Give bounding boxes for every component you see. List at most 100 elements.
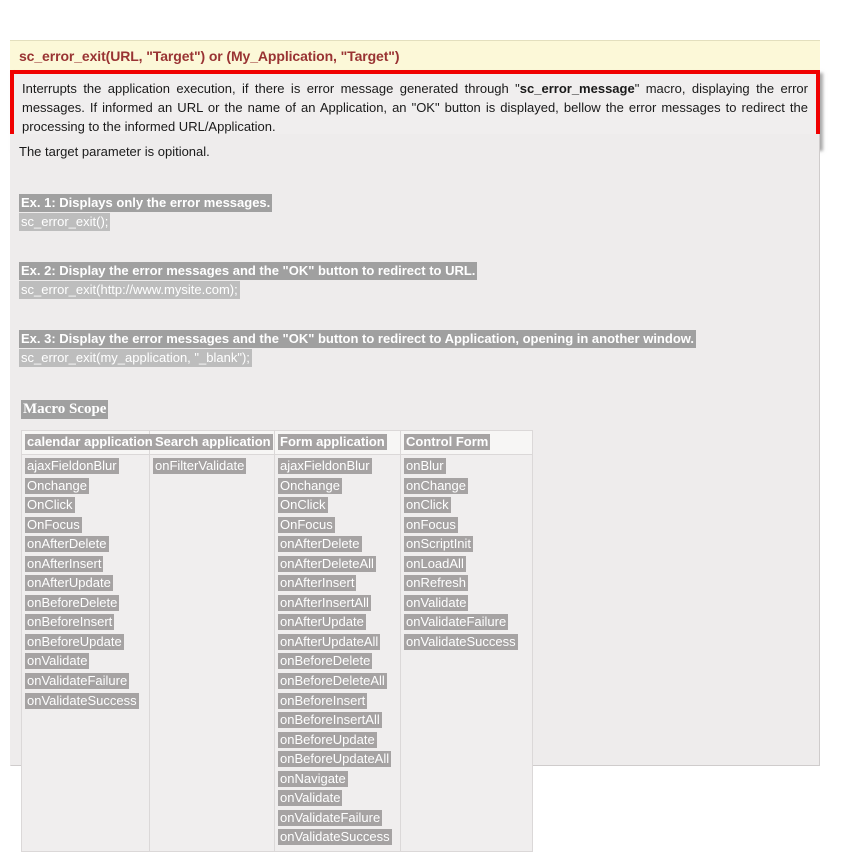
event-name: onBeforeUpdateAll xyxy=(278,751,392,768)
column-header-label: Control Form xyxy=(404,434,491,450)
macro-scope-title-wrap: Macro Scope xyxy=(21,400,109,419)
table-header-row: calendar application Search application … xyxy=(21,430,533,455)
table-header-cell-form: Form application xyxy=(274,430,401,455)
events-cell-search: onFilterValidate xyxy=(149,454,275,852)
event-name: onAfterInsert xyxy=(278,575,357,592)
example-3-code: sc_error_exit(my_application, "_blank"); xyxy=(19,349,252,367)
example-2-heading: Ex. 2: Display the error messages and th… xyxy=(19,262,478,280)
list-item: onAfterDeleteAll xyxy=(278,555,397,574)
event-name: onValidate xyxy=(25,653,90,670)
events-cell-form: ajaxFieldonBlur Onchange OnClick OnFocus onA… xyxy=(274,454,401,852)
event-name: OnClick xyxy=(278,497,328,514)
list-item: onScriptInit xyxy=(404,535,529,554)
list-item: onValidateFailure xyxy=(25,672,146,691)
example-1-code: sc_error_exit(); xyxy=(19,213,111,231)
event-name: ajaxFieldonBlur xyxy=(278,458,372,474)
documentation-page: sc_error_exit(URL, "Target") or (My_Appl… xyxy=(0,0,846,852)
macro-scope-table-wrap: calendar application Search application … xyxy=(21,430,533,852)
list-item: onAfterDelete xyxy=(25,535,146,554)
event-name: onAfterInsert xyxy=(25,555,104,572)
event-name: Onchange xyxy=(25,477,89,494)
list-item: onAfterUpdateAll xyxy=(278,633,397,652)
table-header-cell-control: Control Form xyxy=(400,430,533,455)
event-name: onAfterInsertAll xyxy=(278,594,371,611)
event-name: onAfterDelete xyxy=(278,536,362,553)
example-3-heading-line: Ex. 3: Display the error messages and th… xyxy=(19,330,696,348)
list-item: onBeforeDelete xyxy=(278,652,397,671)
page-title: sc_error_exit(URL, "Target") or (My_Appl… xyxy=(19,47,400,64)
list-item: OnFocus xyxy=(278,516,397,535)
column-header-label: Form application xyxy=(278,434,387,450)
list-item: onFilterValidate xyxy=(153,457,271,476)
list-item: onBeforeUpdateAll xyxy=(278,750,397,769)
list-item: OnFocus xyxy=(25,516,146,535)
list-item: onAfterInsert xyxy=(278,574,397,593)
list-item: onValidateFailure xyxy=(278,809,397,828)
description-text: Interrupts the application execution, if… xyxy=(22,80,808,137)
event-name: onBeforeDelete xyxy=(25,594,120,611)
content-area: The target parameter is opitional. Ex. 1… xyxy=(10,134,820,852)
list-item: Onchange xyxy=(25,477,146,496)
list-item: onValidate xyxy=(25,652,146,671)
example-3-heading: Ex. 3: Display the error messages and th… xyxy=(19,330,696,348)
event-name: onLoadAll xyxy=(404,555,466,572)
events-cell-calendar: ajaxFieldonBlur Onchange OnClick OnFocus onA… xyxy=(21,454,150,852)
event-name: onBlur xyxy=(404,458,446,474)
list-item: onAfterUpdate xyxy=(278,613,397,632)
event-name: onFocus xyxy=(404,516,458,533)
event-name: onValidate xyxy=(404,594,469,611)
event-name: onValidateFailure xyxy=(25,673,130,690)
event-name: onBeforeDelete xyxy=(278,653,373,670)
event-name: onValidateSuccess xyxy=(278,829,392,846)
list-item: onFocus xyxy=(404,516,529,535)
list-item: onAfterInsert xyxy=(25,555,146,574)
event-name: onValidateFailure xyxy=(278,809,383,826)
example-1: Ex. 1: Displays only the error messages.… xyxy=(19,194,273,231)
list-item: onNavigate xyxy=(278,770,397,789)
event-name: onAfterUpdate xyxy=(25,575,113,592)
target-note: The target parameter is opitional. xyxy=(19,144,210,159)
list-item: onValidateSuccess xyxy=(278,828,397,847)
event-name: onChange xyxy=(404,477,468,494)
event-name: onValidate xyxy=(278,790,343,807)
table-row: ajaxFieldonBlur Onchange OnClick OnFocus onA… xyxy=(21,454,533,852)
event-name: onAfterUpdateAll xyxy=(278,633,381,650)
example-2-heading-line: Ex. 2: Display the error messages and th… xyxy=(19,262,478,280)
example-3: Ex. 3: Display the error messages and th… xyxy=(19,330,696,367)
macro-scope-table: calendar application Search application … xyxy=(21,430,533,852)
event-name: onBeforeInsert xyxy=(25,614,115,631)
event-name: onValidateSuccess xyxy=(404,633,518,650)
list-item: onValidateSuccess xyxy=(404,633,529,652)
list-item: onBeforeInsert xyxy=(278,692,397,711)
table-header-cell-search: Search application xyxy=(149,430,275,455)
list-item: onBeforeInsert xyxy=(25,613,146,632)
event-list-control: onBlur onChange onClick onFocus onScriptInit… xyxy=(404,457,529,651)
list-item: onBeforeDeleteAll xyxy=(278,672,397,691)
list-item: onChange xyxy=(404,477,529,496)
list-item: onRefresh xyxy=(404,574,529,593)
macro-name-bold: sc_error_message xyxy=(519,81,635,96)
list-item: onBeforeUpdate xyxy=(278,731,397,750)
event-name: onValidateFailure xyxy=(404,614,509,631)
list-item: onBlur xyxy=(404,457,529,476)
event-name: onBeforeDeleteAll xyxy=(278,673,387,690)
table-header-cell-calendar: calendar application xyxy=(21,430,155,455)
column-header-label: calendar application xyxy=(25,434,155,450)
list-item: OnClick xyxy=(278,496,397,515)
event-name: onNavigate xyxy=(278,770,348,787)
event-name: onAfterDeleteAll xyxy=(278,555,376,572)
event-name: OnFocus xyxy=(25,516,82,533)
event-name: Onchange xyxy=(278,477,342,494)
event-name: onBeforeInsertAll xyxy=(278,712,382,729)
event-name: onBeforeUpdate xyxy=(25,633,124,650)
list-item: ajaxFieldonBlur xyxy=(278,457,397,476)
list-item: ajaxFieldonBlur xyxy=(25,457,146,476)
column-header-label: Search application xyxy=(153,434,273,450)
list-item: onClick xyxy=(404,496,529,515)
list-item: onLoadAll xyxy=(404,555,529,574)
example-2-code-line: sc_error_exit(http://www.mysite.com); xyxy=(19,281,477,299)
event-name: onValidateSuccess xyxy=(25,692,139,709)
list-item: onValidate xyxy=(404,594,529,613)
list-item: onValidateFailure xyxy=(404,613,529,632)
macro-title-bar: sc_error_exit(URL, "Target") or (My_Appl… xyxy=(10,40,820,70)
